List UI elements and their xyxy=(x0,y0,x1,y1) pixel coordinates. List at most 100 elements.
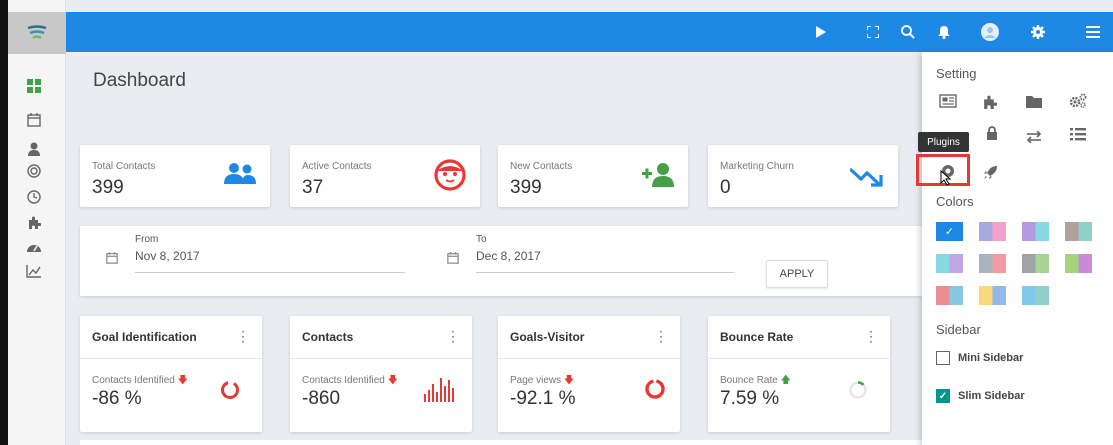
lock-icon[interactable] xyxy=(983,124,1001,142)
stat-value: 0 xyxy=(720,177,731,198)
arrow-down-icon: 🡇 xyxy=(177,375,188,386)
face-icon xyxy=(434,159,466,196)
metric-label-text: Page views xyxy=(510,375,562,386)
color-swatch[interactable] xyxy=(936,254,963,273)
stat-label: New Contacts xyxy=(510,161,573,172)
user-icon[interactable] xyxy=(25,140,43,158)
stat-label: Total Contacts xyxy=(92,161,156,172)
puzzle-icon[interactable] xyxy=(980,92,998,110)
divider xyxy=(80,358,262,359)
trend-down-icon xyxy=(848,165,884,192)
calendar-icon[interactable] xyxy=(106,251,118,269)
color-swatch[interactable] xyxy=(936,286,963,305)
mini-sidebar-label: Mini Sidebar xyxy=(958,352,1024,364)
menu-icon[interactable] xyxy=(1083,22,1103,42)
people-icon xyxy=(224,161,256,192)
slim-sidebar-checkbox[interactable]: ✓ xyxy=(936,389,950,403)
divider xyxy=(498,358,680,359)
date-range-card: From Nov 8, 2017 To Dec 8, 2017 APPLY xyxy=(80,226,922,296)
color-swatch[interactable] xyxy=(979,222,1006,241)
stat-card-marketing-churn: Marketing Churn 0 xyxy=(708,145,898,207)
color-swatch[interactable] xyxy=(1065,222,1092,241)
calendar-icon[interactable] xyxy=(25,111,43,129)
chart-line-icon[interactable] xyxy=(25,262,43,280)
arrow-up-icon: 🡅 xyxy=(780,375,791,386)
slim-sidebar-option[interactable]: ✓ Slim Sidebar xyxy=(936,389,1025,403)
gears-icon[interactable] xyxy=(1069,92,1087,110)
to-date-input[interactable]: Dec 8, 2017 xyxy=(476,249,541,263)
widget-goals-visitor: Goals-Visitor ⋮ Page views 🡇 -92.1 % xyxy=(498,316,680,432)
from-date-input[interactable]: Nov 8, 2017 xyxy=(135,249,200,263)
more-vert-icon[interactable]: ⋮ xyxy=(654,328,668,345)
more-vert-icon[interactable]: ⋮ xyxy=(446,328,460,345)
target-icon[interactable] xyxy=(25,162,43,180)
metric-label-text: Contacts Identified xyxy=(302,375,385,386)
from-underline xyxy=(135,272,405,273)
add-person-icon xyxy=(642,161,674,194)
color-swatch-selected[interactable]: ✓ xyxy=(936,222,963,241)
bar-chart-icon xyxy=(424,376,454,407)
play-icon[interactable] xyxy=(811,22,831,42)
widget-goal-identification: Goal Identification ⋮ Contacts Identifie… xyxy=(80,316,262,432)
arrow-down-icon: 🡇 xyxy=(563,375,575,386)
puzzle-icon[interactable] xyxy=(25,213,43,231)
arrow-down-icon: 🡇 xyxy=(387,375,398,386)
metric-label-text: Contacts Identified xyxy=(92,375,175,386)
page-title: Dashboard xyxy=(93,70,186,91)
color-swatch[interactable] xyxy=(1022,286,1049,305)
plugins-tooltip: Plugins xyxy=(918,132,969,152)
mini-sidebar-option[interactable]: Mini Sidebar xyxy=(936,351,1023,365)
stat-card-active-contacts: Active Contacts 37 xyxy=(290,145,480,207)
stat-card-total-contacts: Total Contacts 399 xyxy=(80,145,270,207)
stat-card-new-contacts: New Contacts 399 xyxy=(498,145,688,207)
sidebar xyxy=(8,0,66,445)
search-icon[interactable] xyxy=(898,22,918,42)
more-vert-icon[interactable]: ⋮ xyxy=(864,328,878,345)
newspaper-icon[interactable] xyxy=(939,92,957,110)
calendar-icon[interactable] xyxy=(447,251,459,269)
apply-button[interactable]: APPLY xyxy=(766,260,828,288)
widget-title: Bounce Rate xyxy=(720,330,794,344)
more-vert-icon[interactable]: ⋮ xyxy=(236,328,250,345)
dashboard-icon[interactable] xyxy=(25,77,43,95)
color-swatch[interactable] xyxy=(1022,254,1049,273)
app-logo[interactable] xyxy=(8,12,66,54)
avatar[interactable] xyxy=(980,22,1000,42)
speedometer-icon[interactable] xyxy=(25,238,43,256)
rocket-icon[interactable] xyxy=(981,163,999,181)
widget-value: 7.59 % xyxy=(720,388,780,409)
folder-icon[interactable] xyxy=(1025,92,1043,110)
color-swatch[interactable] xyxy=(979,286,1006,305)
widget-title: Contacts xyxy=(302,330,354,344)
color-swatch[interactable] xyxy=(1065,254,1092,273)
widget-value: -860 xyxy=(302,388,341,409)
swap-icon[interactable] xyxy=(1025,128,1043,146)
widget-bounce-rate: Bounce Rate ⋮ Bounce Rate 🡅 7.59 % xyxy=(708,316,890,432)
stat-value: 399 xyxy=(510,177,542,198)
color-swatch[interactable] xyxy=(979,254,1006,273)
list-icon[interactable] xyxy=(1069,125,1087,143)
stat-label: Active Contacts xyxy=(302,161,372,172)
bell-icon[interactable] xyxy=(934,22,954,42)
widget-value: -92.1 % xyxy=(510,388,576,409)
metric-label-text: Bounce Rate xyxy=(720,375,778,386)
mini-sidebar-checkbox[interactable] xyxy=(936,351,950,365)
divider xyxy=(290,358,472,359)
setting-heading: Setting xyxy=(936,66,977,81)
window-edge xyxy=(0,0,8,445)
stat-value: 399 xyxy=(92,177,124,198)
colors-heading: Colors xyxy=(936,194,974,209)
stat-label: Marketing Churn xyxy=(720,161,794,172)
from-label: From xyxy=(135,234,159,245)
divider xyxy=(708,358,890,359)
widget-contacts: Contacts ⋮ Contacts Identified 🡇 -860 xyxy=(290,316,472,432)
clock-icon[interactable] xyxy=(25,188,43,206)
ring-chart-icon xyxy=(220,380,240,405)
ring-chart-icon xyxy=(644,378,666,405)
cursor-icon xyxy=(940,169,952,191)
fullscreen-icon[interactable] xyxy=(863,22,883,42)
gear-icon[interactable] xyxy=(1028,22,1048,42)
to-underline xyxy=(476,272,734,273)
color-swatch[interactable] xyxy=(1022,222,1049,241)
widget-title: Goals-Visitor xyxy=(510,330,585,344)
